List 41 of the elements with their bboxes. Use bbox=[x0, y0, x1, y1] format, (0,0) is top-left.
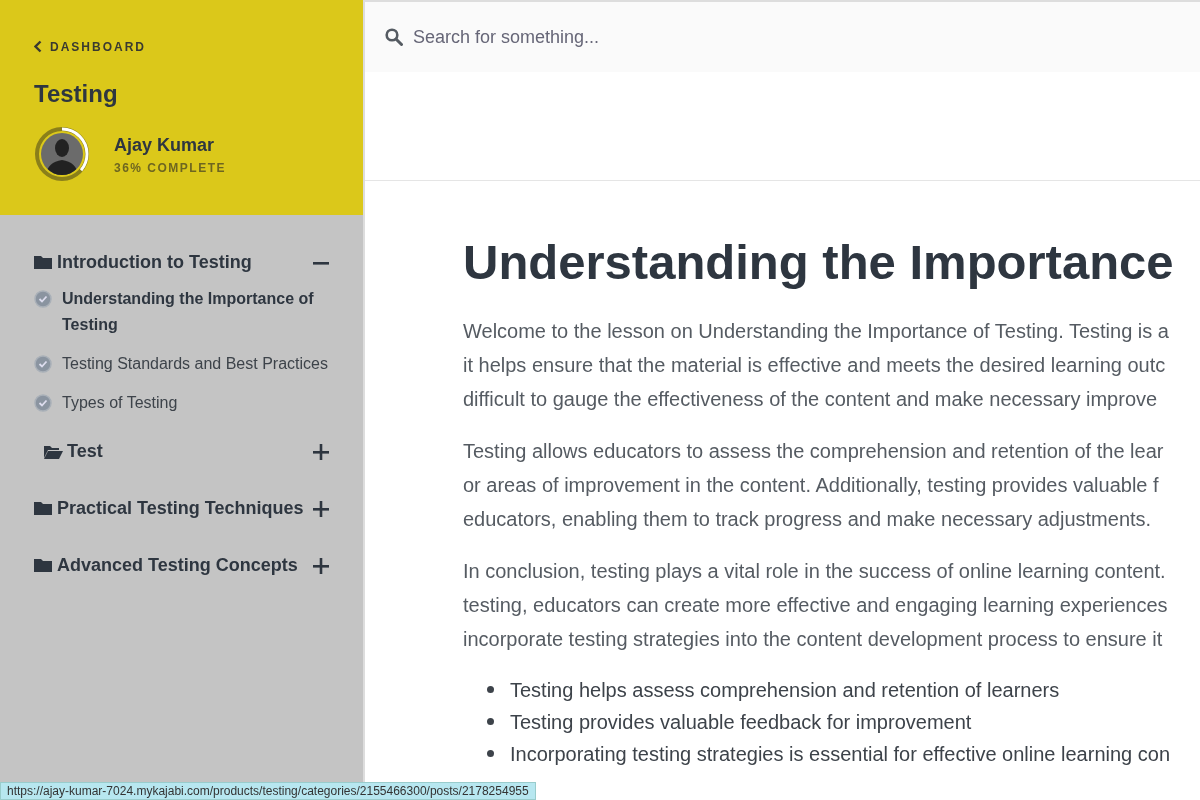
course-title: Testing bbox=[34, 79, 119, 109]
module-title[interactable]: Practical Testing Techniques bbox=[34, 495, 304, 522]
check-circle-icon bbox=[34, 394, 52, 412]
folder-icon bbox=[34, 501, 53, 516]
paragraph-line: difficult to gauge the effectiveness of the content and make necessary improve bbox=[463, 386, 1159, 412]
paragraph-line: In conclusion, testing plays a vital role in the success of online learning content. bbox=[463, 558, 1167, 584]
open-folder-icon bbox=[44, 444, 63, 459]
paragraph-line: testing, educators can create more effective and engaging learning experiences bbox=[463, 592, 1169, 618]
bullet-item: Incorporating testing strategies is essential for effective online learning con bbox=[510, 741, 1170, 767]
status-url: https://ajay-kumar-7024.mykajabi.com/products/testing/categories/2155466300/posts/2178254955 bbox=[0, 782, 536, 800]
check-circle-icon bbox=[34, 355, 52, 373]
paragraph-line: educators, enabling them to track progress and make necessary adjustments. bbox=[463, 506, 1153, 532]
lesson-title: Understanding the Importance bbox=[463, 234, 1175, 291]
check-circle-icon bbox=[34, 290, 52, 308]
paragraph-line: incorporate testing strategies into the content development process to ensure it bbox=[463, 626, 1164, 652]
bullet-icon bbox=[487, 750, 494, 758]
bullet-item: Testing helps assess comprehension and retention of learners bbox=[510, 677, 1060, 703]
avatar-icon bbox=[41, 133, 83, 175]
lesson-link[interactable]: Understanding the Importance of Testing bbox=[60, 286, 329, 338]
chevron-left-icon bbox=[34, 40, 42, 53]
folder-icon bbox=[34, 558, 53, 573]
search-icon bbox=[385, 28, 403, 46]
lesson-link[interactable]: Testing Standards and Best Practices bbox=[60, 351, 328, 377]
paragraph-line: Testing allows educators to assess the comprehension and retention of the lear bbox=[463, 438, 1165, 464]
user-name: Ajay Kumar bbox=[114, 133, 216, 157]
module-title[interactable]: Introduction to Testing bbox=[34, 249, 252, 276]
module-title[interactable]: Advanced Testing Concepts bbox=[34, 552, 298, 579]
folder-icon bbox=[34, 255, 53, 270]
bullet-item: Testing provides valuable feedback for improvement bbox=[510, 709, 972, 735]
progress-text: 36% COMPLETE bbox=[114, 159, 227, 177]
paragraph-line: or areas of improvement in the content. Additionally, testing provides valuable f bbox=[463, 472, 1160, 498]
paragraph-line: Welcome to the lesson on Understanding the Importance of Testing. Testing is a bbox=[463, 318, 1170, 344]
plus-icon[interactable] bbox=[313, 443, 329, 460]
bullet-icon bbox=[487, 718, 494, 726]
module-title[interactable]: Test bbox=[44, 438, 103, 465]
plus-icon[interactable] bbox=[313, 557, 329, 574]
lesson-link[interactable]: Types of Testing bbox=[60, 390, 178, 416]
paragraph-line: it helps ensure that the material is effective and meets the desired learning outc bbox=[463, 352, 1167, 378]
back-link[interactable]: DASHBOARD bbox=[34, 37, 146, 56]
plus-icon[interactable] bbox=[313, 500, 329, 517]
bullet-icon bbox=[487, 686, 494, 694]
